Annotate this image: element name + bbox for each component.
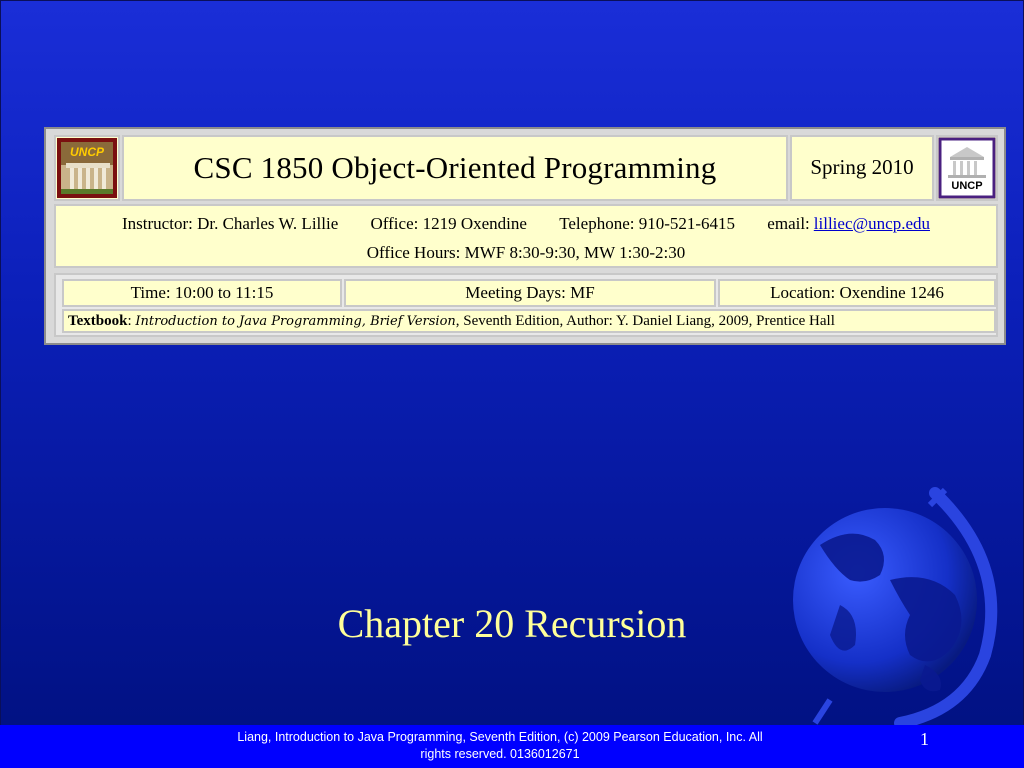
banner-title-row: UNCP CSC 1850 Object-Oriented Programmin…	[54, 135, 998, 201]
textbook-title: Introduction to Java Programming, Brief …	[135, 313, 456, 329]
email-group: email: lilliec@uncp.edu	[767, 214, 930, 233]
textbook-details: , Seventh Edition, Author: Y. Daniel Lia…	[455, 312, 835, 329]
office-hours: Office Hours: MWF 8:30-9:30, MW 1:30-2:3…	[366, 243, 686, 262]
instructor-info-line: Instructor: Dr. Charles W. Lillie Office…	[56, 214, 996, 234]
term-cell: Spring 2010	[790, 135, 934, 201]
svg-text:UNCP: UNCP	[70, 145, 105, 159]
course-banner: UNCP CSC 1850 Object-Oriented Programmin…	[44, 127, 1006, 345]
term-label: Spring 2010	[810, 155, 914, 179]
svg-text:UNCP: UNCP	[951, 180, 982, 192]
class-time: Time: 10:00 to 11:15	[62, 279, 342, 307]
schedule-row: Time: 10:00 to 11:15 Meeting Days: MF Lo…	[54, 273, 998, 337]
email-link[interactable]: lilliec@uncp.edu	[814, 214, 930, 233]
email-label: email:	[767, 214, 810, 233]
class-location: Location: Oxendine 1246	[718, 279, 996, 307]
meeting-days: Meeting Days: MF	[344, 279, 716, 307]
instructor-name: Instructor: Dr. Charles W. Lillie	[122, 214, 339, 233]
course-title-cell: CSC 1850 Object-Oriented Programming	[122, 135, 788, 201]
telephone-number: Telephone: 910-521-6415	[559, 214, 736, 233]
copyright-line-1: Liang, Introduction to Java Programming,…	[237, 730, 763, 744]
copyright-line-2: rights reserved. 0136012671	[420, 747, 580, 761]
uncp-seal: UNCP	[936, 135, 998, 201]
uncp-logo: UNCP	[54, 135, 120, 201]
textbook-label: Textbook	[68, 312, 128, 329]
office-location: Office: 1219 Oxendine	[370, 214, 527, 233]
slide-title: Chapter 20 Recursion	[337, 601, 687, 646]
course-title: CSC 1850 Object-Oriented Programming	[193, 150, 717, 185]
instructor-info-row: Instructor: Dr. Charles W. Lillie Office…	[54, 204, 998, 268]
textbook-info: Textbook: Introduction to Java Programmi…	[62, 309, 996, 333]
copyright-notice: Liang, Introduction to Java Programming,…	[195, 729, 805, 763]
footer-bar: Liang, Introduction to Java Programming,…	[0, 725, 1024, 768]
page-number: 1	[920, 729, 929, 749]
